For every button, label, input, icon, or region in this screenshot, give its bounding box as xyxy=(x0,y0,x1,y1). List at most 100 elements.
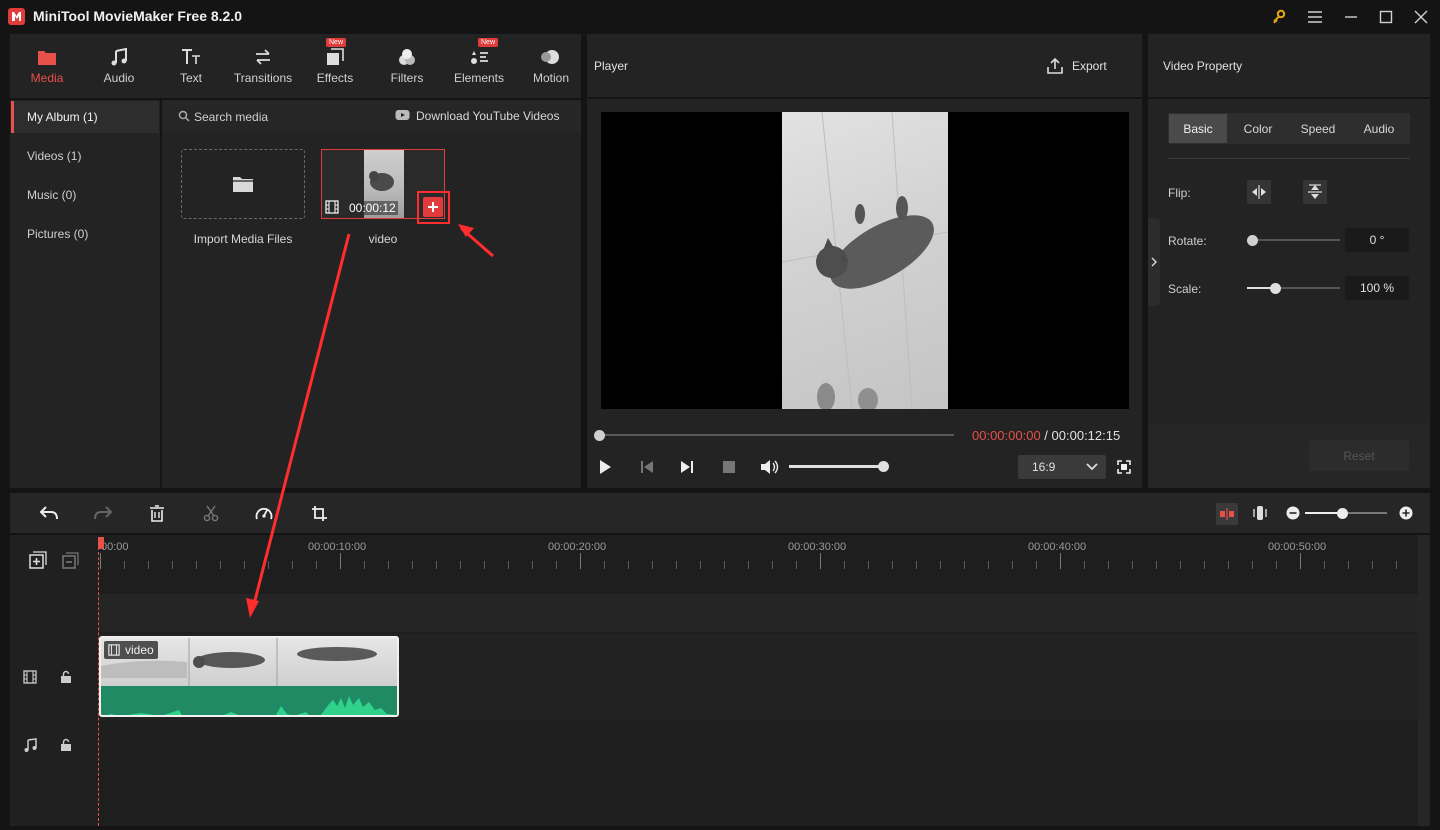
fullscreen-button[interactable] xyxy=(1117,460,1131,474)
zoom-out-icon xyxy=(1286,506,1300,520)
aspect-ratio-select[interactable]: 16:9 xyxy=(1018,455,1106,479)
sidebar-item-pictures[interactable]: Pictures (0) xyxy=(11,218,159,250)
divider xyxy=(587,97,1142,99)
collapse-panel-button[interactable] xyxy=(1148,218,1160,306)
ruler-label: 00:00:10:00 xyxy=(308,541,367,553)
split-button[interactable] xyxy=(203,505,219,522)
ruler-tick xyxy=(1324,561,1325,569)
minimize-icon[interactable] xyxy=(1340,6,1362,28)
audio-sync-button[interactable] xyxy=(1252,505,1268,521)
stop-button[interactable] xyxy=(722,460,736,474)
playback-progress-handle[interactable] xyxy=(594,430,605,441)
play-button[interactable] xyxy=(597,459,613,475)
tab-elements[interactable]: New Elements xyxy=(444,36,514,96)
scale-value-field[interactable]: 100 % xyxy=(1345,276,1409,300)
empty-track[interactable] xyxy=(98,594,1418,632)
ruler-tick xyxy=(484,561,485,569)
remove-track-button[interactable] xyxy=(62,552,79,569)
tab-text[interactable]: Text xyxy=(156,36,226,96)
ruler-tick xyxy=(724,561,725,569)
rotate-value-field[interactable]: 0 ° xyxy=(1345,228,1409,252)
export-button[interactable]: Export xyxy=(1046,56,1116,76)
undo-icon xyxy=(39,506,58,520)
volume-button[interactable] xyxy=(760,459,780,475)
export-icon xyxy=(1047,57,1063,74)
undo-button[interactable] xyxy=(39,505,59,521)
crop-button[interactable] xyxy=(311,505,327,522)
download-youtube-link[interactable]: Download YouTube Videos xyxy=(416,109,559,123)
sidebar-item-my-album[interactable]: My Album (1) xyxy=(11,101,159,133)
audio-track[interactable] xyxy=(98,722,1418,768)
rotate-slider-track[interactable] xyxy=(1252,239,1340,241)
total-time: 00:00:12:15 xyxy=(1051,428,1121,443)
rotate-slider-handle[interactable] xyxy=(1247,235,1258,246)
ruler-tick xyxy=(628,561,629,569)
ruler-tick xyxy=(820,553,821,569)
clip-tag: video xyxy=(104,641,158,659)
key-icon[interactable] xyxy=(1268,6,1290,28)
tab-motion[interactable]: Motion xyxy=(516,36,586,96)
playback-progress-track[interactable] xyxy=(599,434,954,436)
video-track-lock-button[interactable] xyxy=(60,670,72,684)
chevron-right-icon xyxy=(1151,257,1157,267)
tab-speed[interactable]: Speed xyxy=(1289,114,1347,143)
zoom-slider-handle[interactable] xyxy=(1336,508,1348,519)
scale-label: Scale: xyxy=(1168,282,1202,296)
chevron-down-icon xyxy=(1086,463,1098,471)
previous-frame-button[interactable] xyxy=(639,459,655,475)
add-track-button[interactable] xyxy=(29,551,47,569)
volume-slider-track[interactable] xyxy=(789,465,883,468)
sidebar-item-videos[interactable]: Videos (1) xyxy=(11,140,159,172)
sidebar-item-music[interactable]: Music (0) xyxy=(11,179,159,211)
ruler-tick xyxy=(580,553,581,569)
tab-audio-property[interactable]: Audio xyxy=(1349,114,1409,143)
redo-button[interactable] xyxy=(93,505,113,521)
import-media-label: Import Media Files xyxy=(193,232,293,246)
ruler-tick xyxy=(172,561,173,569)
search-input[interactable]: Search media xyxy=(194,110,268,124)
reset-button[interactable]: Reset xyxy=(1309,440,1409,471)
tab-color[interactable]: Color xyxy=(1229,114,1287,143)
tab-media[interactable]: Media xyxy=(12,36,82,96)
snap-button[interactable] xyxy=(1216,503,1238,525)
timeline-video-clip[interactable]: video xyxy=(99,636,399,717)
tab-label: Effects xyxy=(316,71,354,85)
volume-slider-handle[interactable] xyxy=(878,461,889,472)
tab-transitions[interactable]: Transitions xyxy=(228,36,298,96)
tab-filters[interactable]: Filters xyxy=(372,36,442,96)
ruler-label: 00:00 xyxy=(101,541,129,553)
ruler-tick xyxy=(940,561,941,569)
ruler-tick xyxy=(148,561,149,569)
maximize-icon[interactable] xyxy=(1375,6,1397,28)
close-icon[interactable] xyxy=(1410,6,1432,28)
zoom-out-button[interactable] xyxy=(1286,506,1300,520)
ruler-label: 00:00:50:00 xyxy=(1268,541,1327,553)
import-media-tile[interactable] xyxy=(181,149,305,219)
add-to-timeline-button[interactable] xyxy=(423,197,443,217)
timeline-scrollbar[interactable] xyxy=(1418,535,1430,826)
scale-slider-handle[interactable] xyxy=(1269,283,1281,294)
tab-basic[interactable]: Basic xyxy=(1169,114,1227,143)
flip-horizontal-button[interactable] xyxy=(1247,180,1271,204)
audio-track-lock-button[interactable] xyxy=(60,738,72,752)
speed-button[interactable] xyxy=(255,505,273,522)
ruler-tick xyxy=(268,561,269,569)
music-note-icon xyxy=(110,46,128,68)
motion-icon xyxy=(541,46,561,68)
ruler-tick xyxy=(412,561,413,569)
timeline-ruler[interactable] xyxy=(98,535,1421,585)
text-icon xyxy=(181,46,201,68)
ruler-tick xyxy=(700,561,701,569)
ruler-tick xyxy=(1396,561,1397,569)
tab-effects[interactable]: New Effects xyxy=(300,36,370,96)
tab-label: Motion xyxy=(532,71,570,85)
zoom-in-button[interactable] xyxy=(1399,506,1413,520)
menu-icon[interactable] xyxy=(1304,6,1326,28)
search-icon xyxy=(178,110,190,122)
next-frame-button[interactable] xyxy=(679,459,695,475)
flip-vertical-button[interactable] xyxy=(1303,180,1327,204)
tab-audio[interactable]: Audio xyxy=(84,36,154,96)
video-track-icon xyxy=(23,670,37,684)
filters-icon xyxy=(397,46,417,68)
delete-button[interactable] xyxy=(149,505,165,522)
